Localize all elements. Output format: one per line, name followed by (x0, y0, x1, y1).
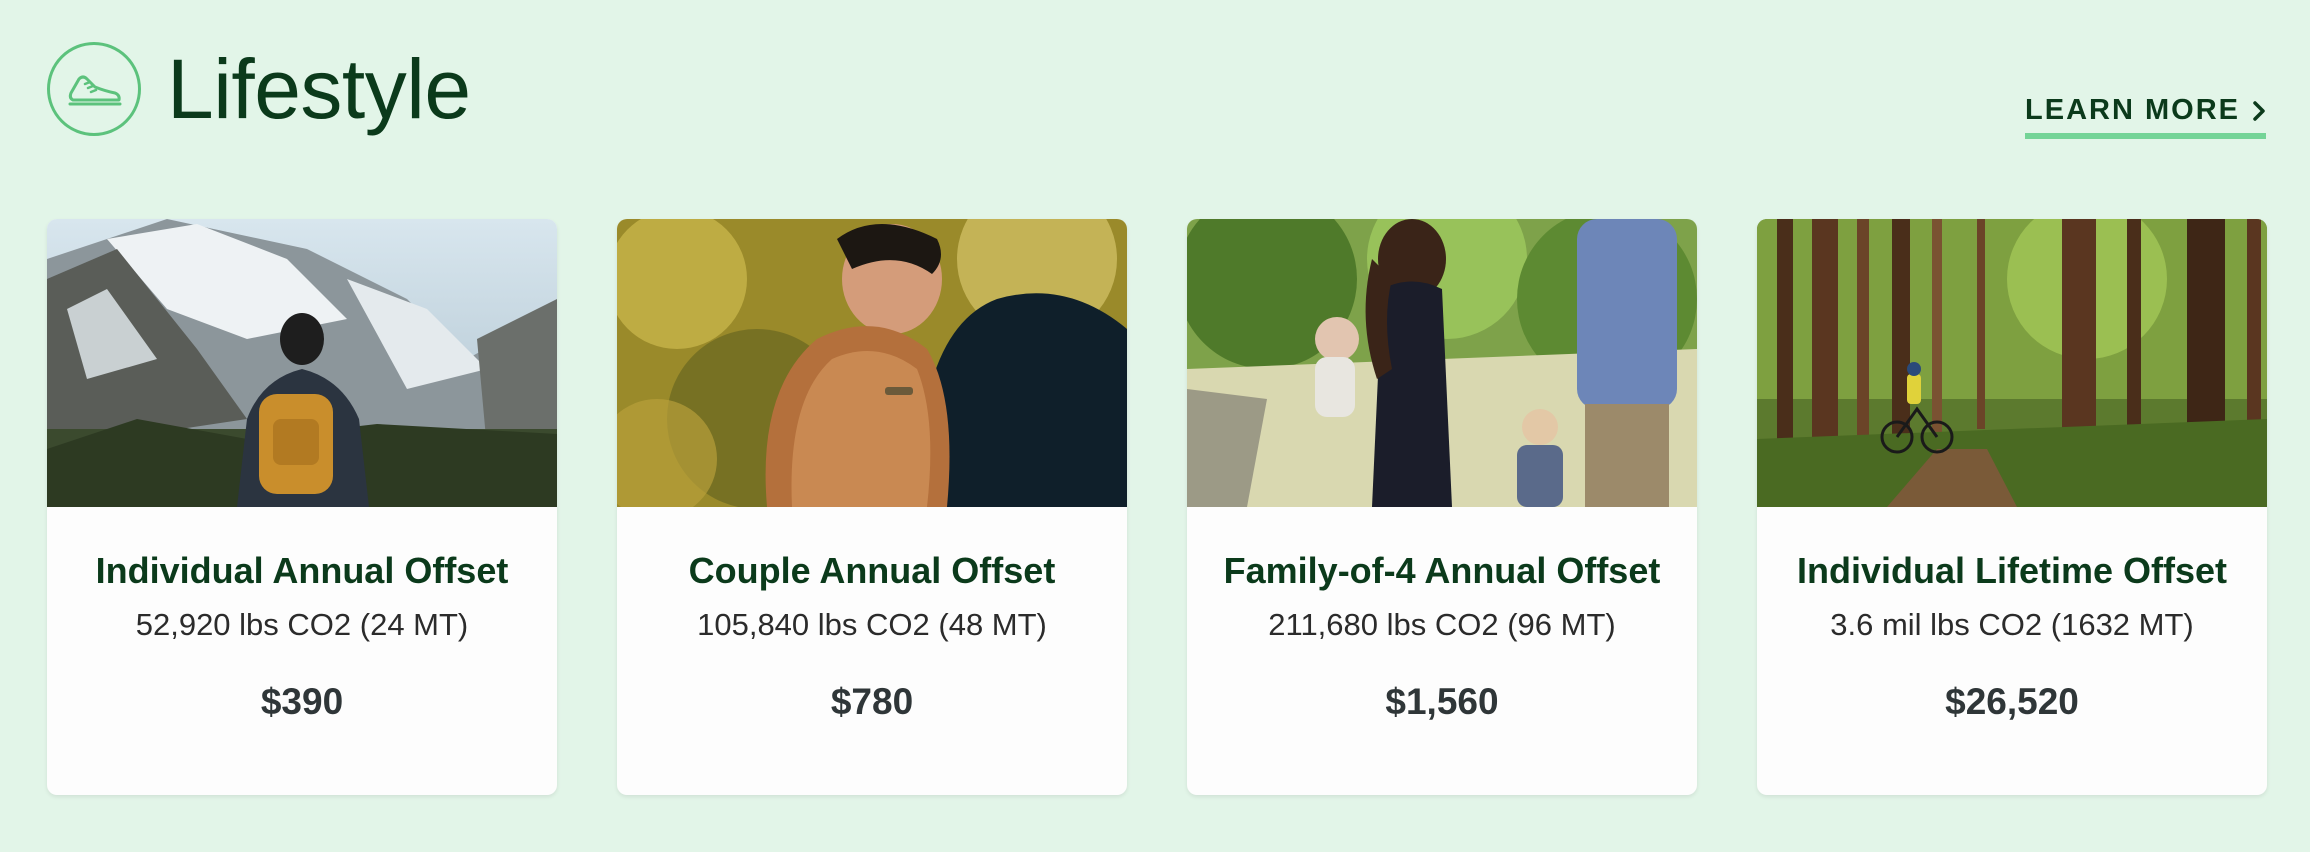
card-emissions: 52,920 lbs CO2 (24 MT) (135, 606, 469, 642)
card-title: Individual Lifetime Offset (1796, 550, 2228, 591)
couple-embrace-photo (617, 219, 1127, 507)
section-header: Lifestyle (47, 42, 471, 136)
family-walking-photo (1187, 219, 1697, 507)
forest-cyclist-photo (1757, 219, 2267, 507)
card-title: Couple Annual Offset (688, 550, 1056, 591)
card-price: $390 (260, 680, 344, 722)
card-body: Individual Annual Offset 52,920 lbs CO2 … (47, 507, 557, 795)
card-title: Individual Annual Offset (95, 550, 509, 591)
offset-card-individual-lifetime[interactable]: Individual Lifetime Offset 3.6 mil lbs C… (1757, 219, 2267, 795)
sneaker-icon (47, 42, 141, 136)
card-title: Family-of-4 Annual Offset (1223, 550, 1661, 591)
offset-card-couple-annual[interactable]: Couple Annual Offset 105,840 lbs CO2 (48… (617, 219, 1127, 795)
hiker-mountains-photo (47, 219, 557, 507)
card-price: $780 (830, 680, 914, 722)
card-body: Family-of-4 Annual Offset 211,680 lbs CO… (1187, 507, 1697, 795)
offset-card-individual-annual[interactable]: Individual Annual Offset 52,920 lbs CO2 … (47, 219, 557, 795)
learn-more-label: LEARN MORE (2025, 94, 2240, 126)
card-emissions: 105,840 lbs CO2 (48 MT) (697, 606, 1047, 642)
offset-card-list: Individual Annual Offset 52,920 lbs CO2 … (47, 219, 2267, 795)
chevron-right-icon (2252, 100, 2266, 122)
card-emissions: 3.6 mil lbs CO2 (1632 MT) (1830, 606, 2194, 642)
card-price: $1,560 (1385, 680, 1499, 722)
offset-card-family-annual[interactable]: Family-of-4 Annual Offset 211,680 lbs CO… (1187, 219, 1697, 795)
card-body: Individual Lifetime Offset 3.6 mil lbs C… (1757, 507, 2267, 795)
card-body: Couple Annual Offset 105,840 lbs CO2 (48… (617, 507, 1127, 795)
section-title: Lifestyle (167, 42, 471, 136)
learn-more-link[interactable]: LEARN MORE (2025, 94, 2266, 139)
card-price: $26,520 (1945, 680, 2079, 722)
card-emissions: 211,680 lbs CO2 (96 MT) (1268, 606, 1616, 642)
